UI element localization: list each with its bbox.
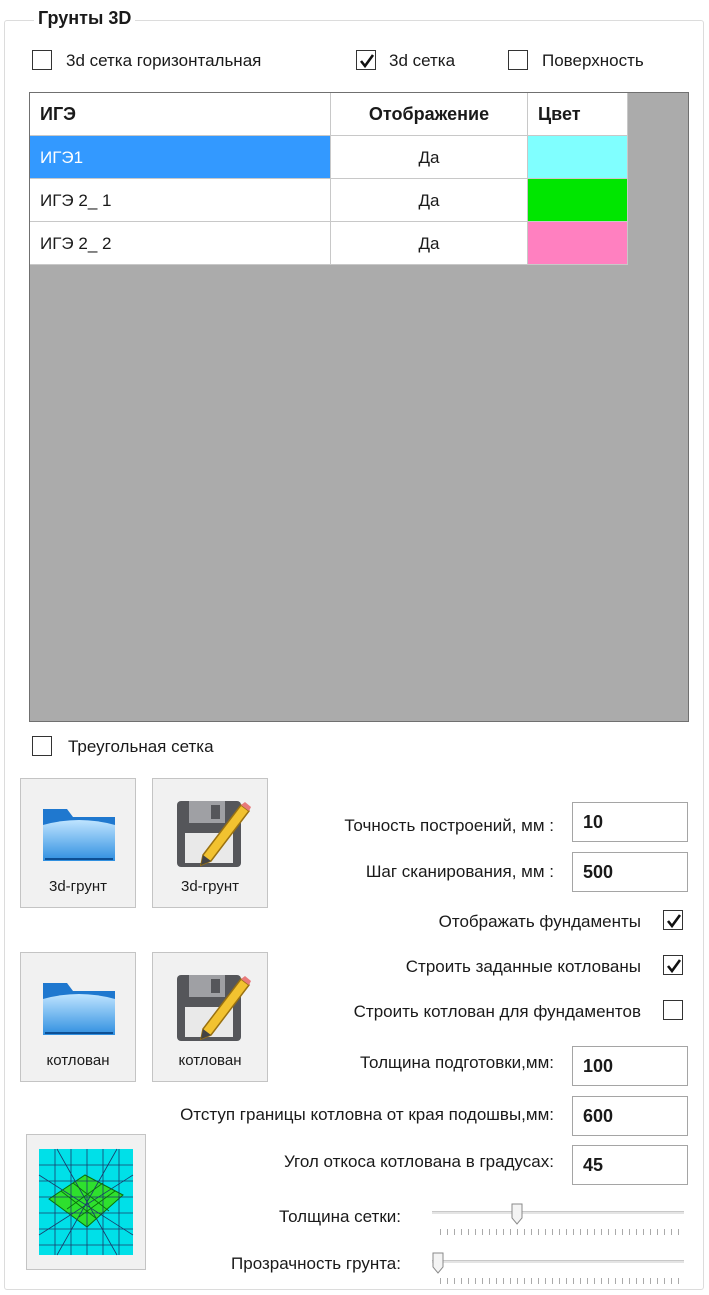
soil-transparency-label: Прозрачность грунта: — [231, 1254, 401, 1273]
build-given-pits-checkbox[interactable] — [663, 955, 683, 975]
grid-thickness-slider[interactable] — [432, 1211, 684, 1215]
grid-3d-checkbox[interactable] — [356, 50, 376, 70]
floppy-pencil-icon — [177, 801, 251, 867]
scan-step-label: Шаг сканирования, мм : — [365, 862, 554, 881]
open-pit-button[interactable]: котлован — [20, 952, 136, 1082]
column-header-color[interactable]: Цвет — [528, 93, 628, 136]
group-title: Грунты 3D — [34, 8, 136, 29]
precision-input[interactable]: 10 — [572, 802, 688, 842]
scan-step-input[interactable]: 500 — [572, 852, 688, 892]
pit-offset-input[interactable]: 600 — [572, 1096, 688, 1136]
open-soil-3d-button[interactable]: 3d-грунт — [20, 778, 136, 908]
column-header-ige[interactable]: ИГЭ — [30, 93, 331, 136]
folder-icon — [43, 809, 115, 861]
table-row-name[interactable]: ИГЭ 2_ 1 — [30, 179, 331, 222]
table-row-color-swatch[interactable] — [528, 179, 628, 222]
triangle-grid-checkbox[interactable] — [32, 736, 52, 756]
build-pit-for-foundations-checkbox[interactable] — [663, 1000, 683, 1020]
grid-thickness-slider-thumb[interactable] — [511, 1203, 523, 1225]
soil-3d-preview[interactable] — [26, 1134, 146, 1270]
grid-thickness-label: Толщина сетки: — [279, 1207, 401, 1226]
slope-angle-label: Угол откоса котлована в градусах: — [283, 1152, 554, 1171]
show-foundations-label: Отображать фундаменты — [438, 912, 641, 931]
table-row-color-swatch[interactable] — [528, 136, 628, 179]
mesh-preview-icon — [38, 1148, 134, 1256]
open-soil-3d-label: 3d-грунт — [49, 878, 107, 895]
soil-transparency-slider[interactable] — [432, 1260, 684, 1264]
grid-thickness-ticks — [440, 1229, 680, 1235]
pit-offset-label: Отступ границы котловна от края подошвы,… — [180, 1105, 554, 1124]
floppy-pencil-icon — [177, 975, 251, 1041]
build-given-pits-label: Строить заданные котлованы — [405, 957, 641, 976]
triangle-grid-label: Треугольная сетка — [68, 737, 214, 756]
prep-thickness-input[interactable]: 100 — [572, 1046, 688, 1086]
soil-transparency-ticks — [440, 1278, 680, 1284]
save-pit-button[interactable]: котлован — [152, 952, 268, 1082]
grid-horizontal-checkbox[interactable] — [32, 50, 52, 70]
save-soil-3d-button[interactable]: 3d-грунт — [152, 778, 268, 908]
prep-thickness-label: Толщина подготовки,мм: — [359, 1053, 554, 1072]
surface-checkbox[interactable] — [508, 50, 528, 70]
build-pit-for-foundations-label: Строить котлован для фундаментов — [353, 1002, 641, 1021]
column-header-display[interactable]: Отображение — [331, 93, 528, 136]
checkmark-icon — [666, 914, 682, 929]
checkmark-icon — [666, 959, 682, 974]
save-soil-3d-label: 3d-грунт — [181, 878, 239, 895]
save-pit-label: котлован — [178, 1052, 242, 1069]
soil-transparency-slider-thumb[interactable] — [432, 1252, 444, 1274]
table-row-display[interactable]: Да — [331, 179, 528, 222]
table-row-name[interactable]: ИГЭ1 — [30, 136, 331, 179]
grid-3d-label: 3d сетка — [389, 51, 456, 70]
folder-icon — [43, 983, 115, 1035]
table-row-name[interactable]: ИГЭ 2_ 2 — [30, 222, 331, 265]
checkmark-icon — [359, 54, 375, 69]
soil-layers-grid[interactable]: ИГЭ Отображение Цвет ИГЭ1 Да ИГЭ 2_ 1 Да… — [29, 92, 689, 722]
table-row-display[interactable]: Да — [331, 136, 528, 179]
table-row-display[interactable]: Да — [331, 222, 528, 265]
surface-label: Поверхность — [542, 51, 644, 70]
precision-label: Точность построений, мм : — [344, 816, 554, 835]
show-foundations-checkbox[interactable] — [663, 910, 683, 930]
open-pit-label: котлован — [46, 1052, 110, 1069]
grid-horizontal-label: 3d сетка горизонтальная — [66, 51, 262, 70]
slope-angle-input[interactable]: 45 — [572, 1145, 688, 1185]
table-row-color-swatch[interactable] — [528, 222, 628, 265]
